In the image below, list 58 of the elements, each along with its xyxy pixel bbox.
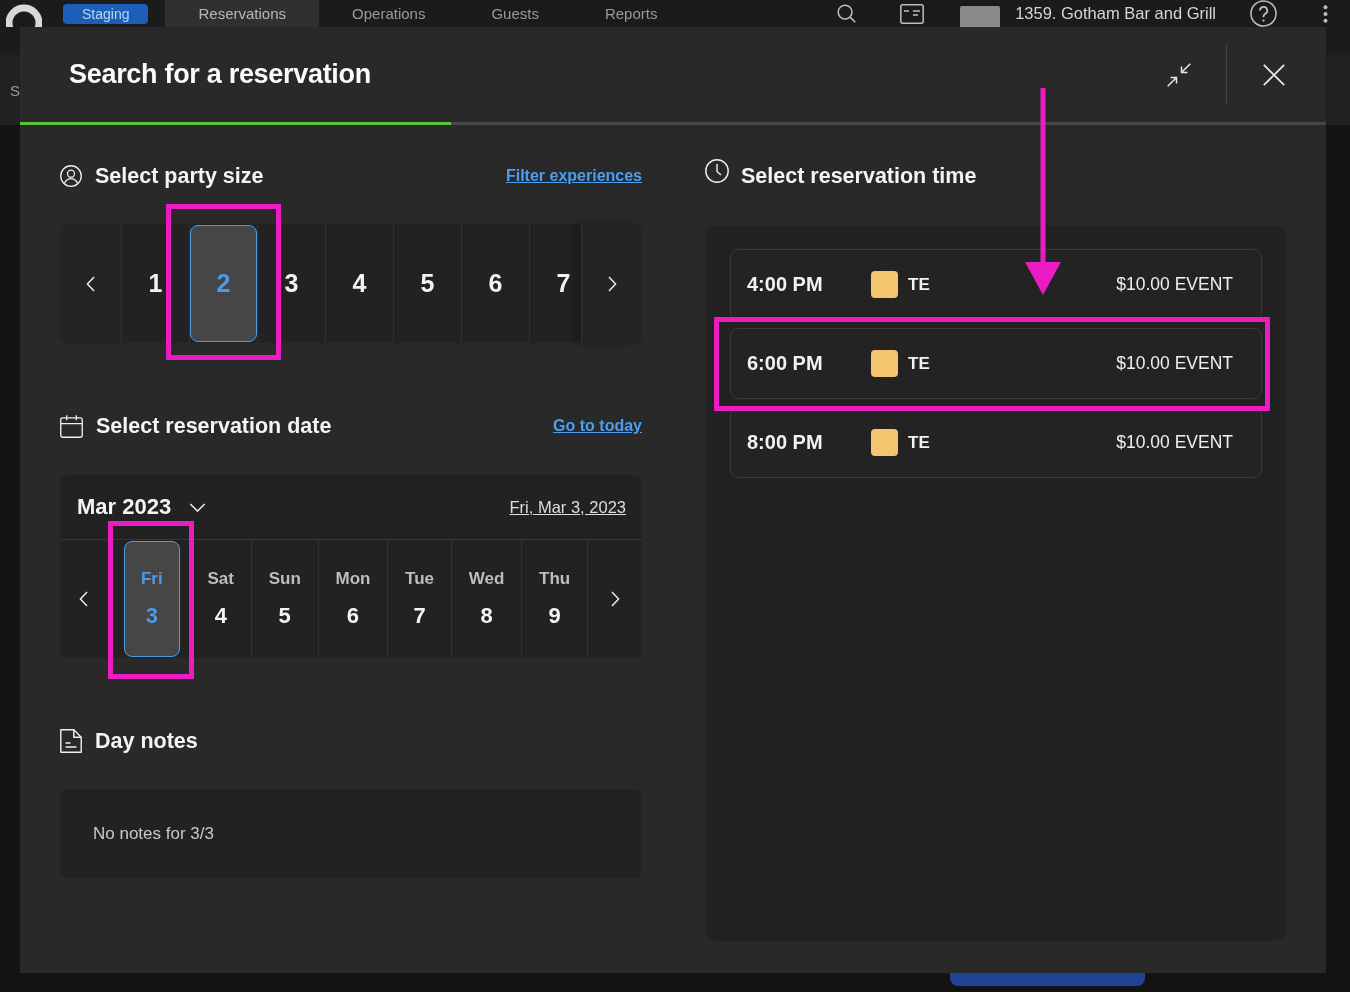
day-option[interactable]: Thu 9 xyxy=(532,541,578,657)
time-slot[interactable]: 4:00 PM TE $10.00 EVENT xyxy=(730,249,1262,320)
document-icon xyxy=(60,729,82,753)
chevron-down-icon xyxy=(189,502,207,512)
section-heading: Day notes xyxy=(95,728,198,754)
selected-date-link[interactable]: Fri, Mar 3, 2023 xyxy=(509,497,626,517)
day-option[interactable]: Sat 4 xyxy=(200,541,241,657)
time-label: 8:00 PM xyxy=(747,431,824,454)
chevron-right-icon xyxy=(607,275,617,292)
tag-label: TE xyxy=(908,432,930,453)
section-heading: Select party size xyxy=(95,163,264,189)
close-button[interactable] xyxy=(1263,63,1285,86)
clock-icon xyxy=(705,159,729,183)
day-option[interactable]: Mon 6 xyxy=(328,541,378,657)
help-icon[interactable] xyxy=(1250,0,1277,27)
day-option[interactable]: Wed 8 xyxy=(461,541,512,657)
price-label: $10.00 EVENT xyxy=(1116,274,1233,295)
chevron-left-icon xyxy=(78,591,88,607)
time-label: 4:00 PM xyxy=(747,273,824,296)
tag-label: TE xyxy=(908,274,930,295)
party-size-option[interactable]: 5 xyxy=(394,225,461,342)
party-size-option[interactable]: 3 xyxy=(258,225,325,342)
avatar-placeholder[interactable] xyxy=(960,6,1001,27)
section-heading: Select reservation time xyxy=(741,163,977,189)
party-size-option[interactable]: 6 xyxy=(462,225,529,342)
dialog-title: Search for a reservation xyxy=(69,59,371,90)
close-icon xyxy=(1263,63,1285,86)
tag-label: TE xyxy=(908,353,930,374)
card-icon[interactable] xyxy=(900,4,925,24)
price-label: $10.00 EVENT xyxy=(1116,353,1233,374)
search-icon[interactable] xyxy=(837,4,857,23)
party-size-option[interactable]: 4 xyxy=(326,225,393,342)
venue-name[interactable]: 1359. Gotham Bar and Grill xyxy=(1015,0,1216,27)
time-label: 6:00 PM xyxy=(747,352,824,375)
notes-text: No notes for 3/3 xyxy=(93,824,214,844)
nav-tab[interactable]: Guests xyxy=(458,0,572,27)
chevron-right-icon xyxy=(610,591,620,607)
party-size-option[interactable]: 1 xyxy=(122,225,189,342)
user-icon xyxy=(60,165,82,187)
environment-badge: Staging xyxy=(63,4,149,24)
section-heading: Select reservation date xyxy=(96,413,332,439)
day-option[interactable]: Sun 5 xyxy=(261,541,308,657)
filter-experiences-link[interactable]: Filter experiences xyxy=(505,167,642,185)
nav-tab[interactable]: Reports xyxy=(571,0,691,27)
price-label: $10.00 EVENT xyxy=(1116,432,1233,453)
go-to-today-link[interactable]: Go to today xyxy=(553,417,642,435)
nav-tab[interactable]: Operations xyxy=(319,0,459,27)
party-size-option[interactable]: 7 xyxy=(546,225,581,342)
more-icon[interactable] xyxy=(1323,4,1328,24)
time-slot[interactable]: 6:00 PM TE $10.00 EVENT xyxy=(730,328,1262,399)
day-option[interactable]: Tue 7 xyxy=(398,541,442,657)
minimize-button[interactable] xyxy=(1167,62,1191,87)
minimize-icon xyxy=(1167,62,1191,87)
chevron-left-icon xyxy=(86,275,95,292)
nav-tab[interactable]: Reservations xyxy=(165,0,320,27)
toolbar-text: S xyxy=(10,81,20,99)
calendar-icon xyxy=(60,414,83,438)
month-dropdown[interactable]: Mar 2023 xyxy=(77,494,207,520)
